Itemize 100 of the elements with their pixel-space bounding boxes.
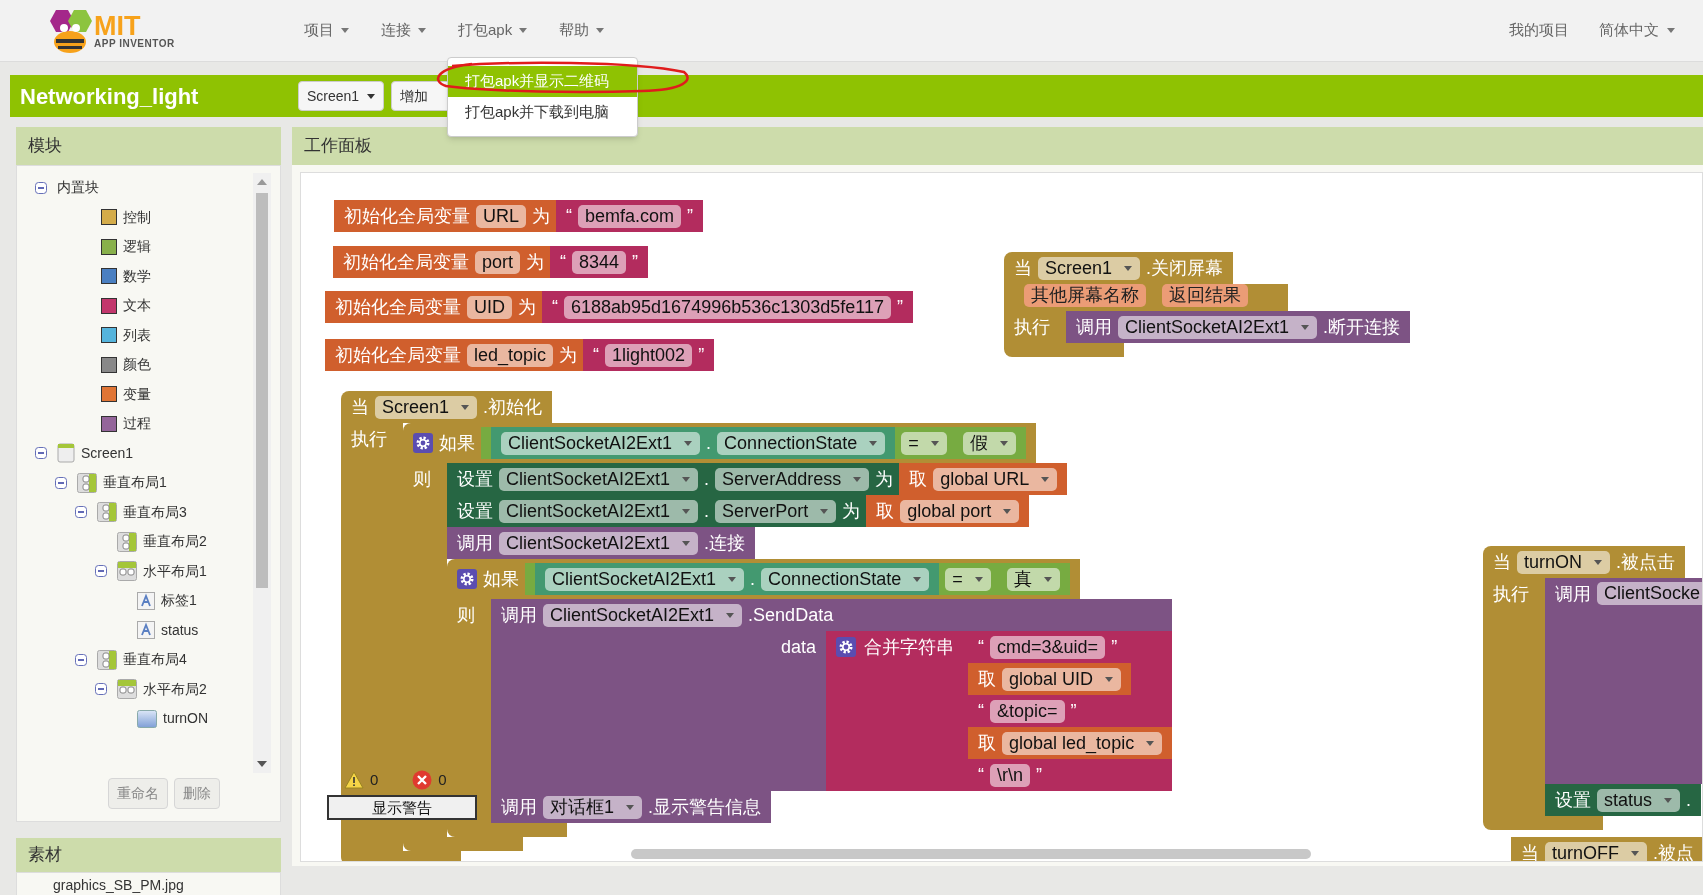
media-item[interactable]: graphics_SB_PM.jpg [53, 875, 280, 895]
menu-button[interactable]: 连接 [381, 19, 426, 42]
tree-item-label[interactable]: 逻辑 [123, 236, 151, 258]
block-field[interactable]: led_topic [467, 343, 554, 367]
collapse-icon[interactable] [55, 476, 67, 489]
block-label: 设置 [457, 468, 493, 491]
language-menu[interactable]: 简体中文 [1599, 19, 1675, 42]
parameter-field[interactable]: 其他屏幕名称 [1024, 284, 1146, 307]
collapse-icon[interactable] [75, 653, 87, 666]
gear-icon[interactable] [413, 433, 433, 453]
dropdown-field[interactable]: ClientSocketAI2Ext1 [499, 499, 699, 523]
caret-icon [1003, 508, 1012, 514]
tree-item-label[interactable]: 文本 [123, 295, 151, 317]
error-icon [412, 770, 433, 791]
block-field[interactable]: 6188ab95d1674996b536c1303d5fe117 [564, 295, 891, 319]
vertical-scrollbar[interactable] [253, 173, 271, 773]
caret-icon [913, 576, 922, 582]
block-field[interactable]: cmd=3&uid= [990, 635, 1106, 659]
block-label: 调用 [501, 796, 537, 819]
menu-button[interactable]: 项目 [304, 19, 349, 42]
dropdown-field[interactable]: Screen1 [375, 395, 478, 419]
show-warnings-button[interactable]: 显示警告 [327, 795, 477, 820]
block-field[interactable]: &topic= [990, 699, 1065, 723]
dropdown-field[interactable]: 假 [962, 431, 1016, 455]
menu-button[interactable]: 帮助 [559, 19, 605, 42]
dropdown-field[interactable]: ClientSocketAI2Ext1 [1118, 315, 1318, 339]
tree-item-label[interactable]: status [161, 619, 199, 641]
warning-count: 0 [370, 770, 379, 790]
parameter-field[interactable]: 返回结果 [1162, 284, 1248, 307]
label-component-icon [137, 621, 155, 640]
dropdown-field[interactable]: status [1597, 788, 1681, 812]
collapse-icon[interactable] [35, 447, 47, 460]
block-field[interactable]: bemfa.com [578, 204, 682, 228]
block-field[interactable]: \r\n [990, 763, 1031, 787]
block-field[interactable]: 1light002 [605, 343, 693, 367]
tree-item-label[interactable]: 内置块 [57, 177, 99, 199]
dropdown-field[interactable]: global UID [1002, 667, 1122, 691]
tree-item-label[interactable]: 标签1 [161, 590, 197, 612]
screen-dropdown[interactable]: Screen1 [298, 81, 385, 111]
dropdown-field[interactable]: ConnectionState [761, 567, 930, 591]
dropdown-field[interactable]: ClientSocketAI2Ext1 [545, 567, 745, 591]
block-field[interactable]: ClientSocke [1597, 582, 1702, 605]
tree-item-label[interactable]: 垂直布局3 [123, 501, 187, 523]
tree-item-label[interactable]: 变量 [123, 383, 151, 405]
block-field[interactable]: port [475, 250, 521, 274]
tree-item-label[interactable]: turnON [163, 708, 209, 730]
tree-item-label[interactable]: 垂直布局2 [143, 531, 207, 553]
dropdown-field[interactable]: = [945, 567, 991, 591]
dropdown-field[interactable]: ClientSocketAI2Ext1 [543, 603, 743, 627]
tree-item-label[interactable]: 控制 [123, 206, 151, 228]
caret-icon [461, 404, 470, 410]
caret-icon [999, 440, 1008, 446]
block-field[interactable]: 8344 [572, 250, 627, 274]
dropdown-field[interactable]: ClientSocketAI2Ext1 [499, 531, 699, 555]
collapse-icon[interactable] [35, 181, 47, 194]
block-label: 当 [1521, 842, 1539, 861]
dropdown-field[interactable]: ServerPort [715, 499, 837, 523]
gear-icon[interactable] [836, 637, 857, 657]
collapse-icon[interactable] [95, 683, 107, 696]
dropdown-field[interactable]: ConnectionState [717, 431, 886, 455]
tree-item-label[interactable]: 垂直布局4 [123, 649, 187, 671]
block-field[interactable]: URL [476, 204, 526, 228]
project-title: Networking_light [19, 82, 200, 111]
caret-icon [596, 28, 605, 33]
block-label: 则 [447, 599, 491, 823]
collapse-icon[interactable] [95, 565, 107, 578]
dropdown-field[interactable]: global led_topic [1002, 731, 1163, 755]
block-label: 为 [532, 205, 550, 228]
dropdown-field[interactable]: global URL [933, 467, 1058, 491]
tree-item-label[interactable]: 水平布局1 [143, 560, 207, 582]
horizontal-scrollbar[interactable] [631, 849, 1311, 859]
dropdown-field[interactable]: ServerAddress [715, 467, 870, 491]
tree-item-label[interactable]: 数学 [123, 265, 151, 287]
menu-button[interactable]: 打包apk [458, 19, 528, 42]
dropdown-field[interactable]: 对话框1 [543, 795, 642, 819]
block-label: .被点击 [1616, 551, 1676, 574]
dropdown-field[interactable]: turnON [1517, 550, 1611, 574]
nav-link[interactable]: 我的项目 [1509, 19, 1569, 42]
dropdown-field[interactable]: global port [900, 499, 1020, 523]
dropdown-field[interactable]: turnOFF [1545, 841, 1647, 861]
dropdown-field[interactable]: = [901, 431, 947, 455]
block-label: ” [687, 205, 694, 228]
tree-item-label[interactable]: 过程 [123, 413, 151, 435]
dropdown-field[interactable]: ClientSocketAI2Ext1 [499, 467, 699, 491]
dropdown-field[interactable]: ClientSocketAI2Ext1 [501, 431, 701, 455]
caret-icon [1105, 676, 1114, 682]
tree-item-label[interactable]: 垂直布局1 [103, 472, 167, 494]
block-field[interactable]: UID [467, 295, 512, 319]
dropdown-field[interactable]: 真 [1006, 567, 1060, 591]
tree-item-label[interactable]: Screen1 [81, 442, 134, 464]
block-label: .关闭屏幕 [1146, 257, 1224, 280]
tree-item-label[interactable]: 颜色 [123, 354, 151, 376]
dropdown-field[interactable]: Screen1 [1038, 256, 1141, 280]
gear-icon[interactable] [457, 569, 477, 589]
collapse-icon[interactable] [75, 506, 87, 519]
tree-item-label[interactable]: 水平布局2 [143, 678, 207, 700]
tree-item-label[interactable]: 列表 [123, 324, 151, 346]
block-label: “ [566, 205, 572, 228]
block-label: 调用 [457, 532, 493, 555]
block-label: 调用 [1555, 583, 1591, 606]
